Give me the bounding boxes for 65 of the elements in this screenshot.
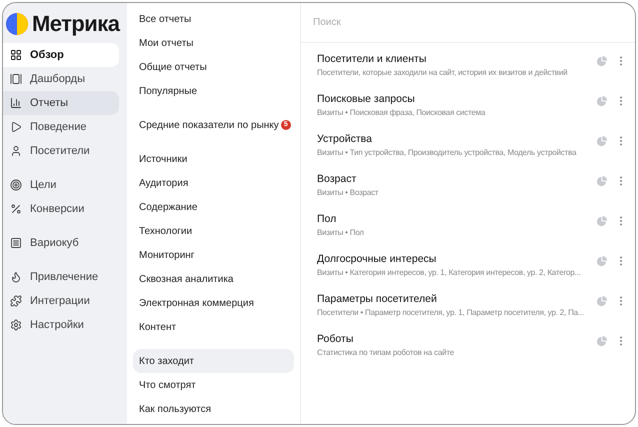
report-title[interactable]: Роботы <box>317 332 596 347</box>
report-menu-item[interactable]: Электронная коммерция <box>133 291 294 315</box>
sidebar-item[interactable]: Обзор <box>3 43 119 67</box>
report-description: Визиты • Возраст <box>317 187 380 198</box>
pie-chart-icon[interactable] <box>596 336 607 346</box>
bar-chart-icon <box>10 97 22 109</box>
logo-icon <box>6 13 28 35</box>
sidebar-item[interactable]: Поведение <box>3 115 119 139</box>
pie-chart-icon[interactable] <box>596 296 607 306</box>
sidebar-item[interactable]: Отчеты <box>3 91 119 115</box>
report-menu-item[interactable]: Технологии <box>133 219 294 243</box>
cards-icon <box>10 73 22 85</box>
report-title[interactable]: Возраст <box>317 172 596 187</box>
report-menu-item[interactable]: Аудитория <box>133 171 294 195</box>
search-field[interactable]: Поиск <box>313 15 623 30</box>
play-icon <box>10 121 22 133</box>
report-menu-item[interactable]: Контент <box>133 315 294 339</box>
report-menu-item[interactable]: Кто заходит <box>133 349 294 373</box>
report-description: Посетители, которые заходили на сайт, история их визитов и действий <box>317 67 568 78</box>
settings-icon <box>10 319 22 331</box>
report-title[interactable]: Параметры посетителей <box>317 292 596 307</box>
report-description: Визиты • Категория интересов, ур. 1, Категория интересов, ур. 2, Категор... <box>317 267 582 278</box>
report-menu-item[interactable]: Источники <box>133 147 294 171</box>
report-menu-item[interactable]: Как пользуются <box>133 397 294 421</box>
report-description: Визиты • Тип устройства, Производитель устройства, Модель устройства <box>317 147 578 158</box>
report-description: Статистика по типам роботов на сайте <box>317 347 455 358</box>
logo-text: Метрика <box>32 13 120 35</box>
sidebar-item[interactable]: Дашборды <box>3 67 119 91</box>
report-description: Визиты • Пол <box>317 227 365 238</box>
report-menu-item[interactable]: Мои отчеты <box>133 31 294 55</box>
sidebar-item[interactable]: Настройки <box>3 313 119 337</box>
sidebar-item[interactable]: Вариокуб <box>3 231 119 255</box>
sidebar-item[interactable]: Привлечение <box>3 265 119 289</box>
sidebar-item[interactable]: Интеграции <box>3 289 119 313</box>
puzzle-icon <box>10 295 22 307</box>
pie-chart-icon[interactable] <box>596 136 607 146</box>
report-menu-item[interactable]: Популярные <box>133 79 294 103</box>
report-menu-item[interactable]: Содержание <box>133 195 294 219</box>
report-menu-item[interactable]: Мониторинг <box>133 243 294 267</box>
report-menu-item[interactable]: Сквозная аналитика <box>133 267 294 291</box>
percent-icon <box>10 203 22 215</box>
report-menu-item[interactable]: Общие отчеты <box>133 55 294 79</box>
report-description: Визиты • Поисковая фраза, Поисковая система <box>317 107 486 118</box>
report-description: Посетители • Параметр посетителя, ур. 1, Параметр посетителя, ур. 2, Па... <box>317 307 585 318</box>
report-menu-item[interactable]: Все отчеты <box>133 7 294 31</box>
pie-chart-icon[interactable] <box>596 176 607 186</box>
list-icon <box>10 237 22 249</box>
report-title[interactable]: Устройства <box>317 132 596 147</box>
flame-icon <box>10 271 22 283</box>
sidebar-item[interactable]: Посетители <box>3 139 119 163</box>
report-title[interactable]: Долгосрочные интересы <box>317 252 596 267</box>
pie-chart-icon[interactable] <box>596 256 607 266</box>
pie-chart-icon[interactable] <box>596 96 607 106</box>
report-menu-item[interactable]: Что смотрят <box>133 373 294 397</box>
report-menu-item[interactable]: Средние показатели по рынку <box>133 113 281 137</box>
report-title[interactable]: Пол <box>317 212 596 227</box>
report-title[interactable]: Посетители и клиенты <box>317 52 596 67</box>
person-icon <box>10 145 22 157</box>
sidebar-item[interactable]: Конверсии <box>3 197 119 221</box>
report-title[interactable]: Поисковые запросы <box>317 92 596 107</box>
grid-icon <box>10 49 22 61</box>
target-icon <box>10 179 22 191</box>
sidebar-item[interactable]: Цели <box>3 173 119 197</box>
pie-chart-icon[interactable] <box>596 56 607 66</box>
pie-chart-icon[interactable] <box>596 216 607 226</box>
